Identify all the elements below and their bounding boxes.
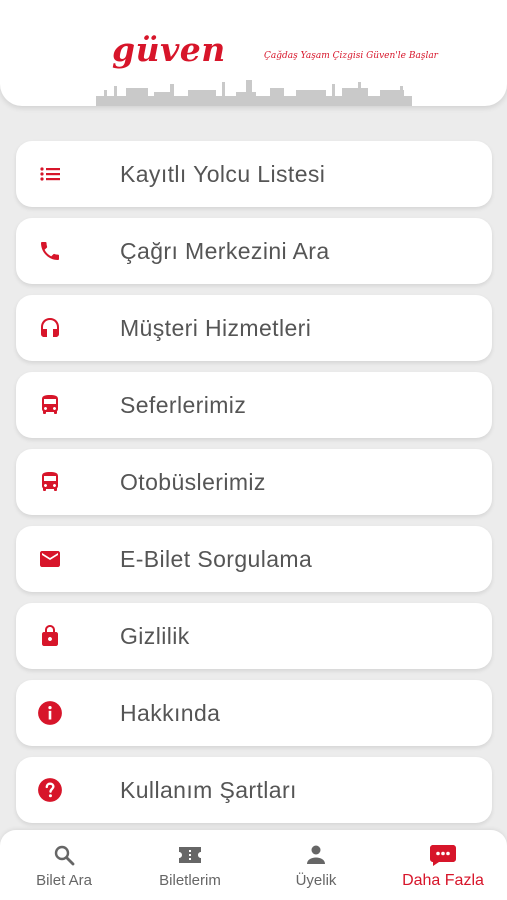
menu-item-musteri-hizmetleri[interactable]: Müşteri Hizmetleri <box>16 295 492 361</box>
menu-item-label: Kullanım Şartları <box>120 776 297 803</box>
menu-item-otobuslerimiz[interactable]: Otobüslerimiz <box>16 449 492 515</box>
menu-item-seferlerimiz[interactable]: Seferlerimiz <box>16 372 492 438</box>
menu-item-kayitli-yolcu-listesi[interactable]: Kayıtlı Yolcu Listesi <box>16 141 492 207</box>
menu-item-gizlilik[interactable]: Gizlilik <box>16 603 492 669</box>
menu-item-kullanim-sartlari[interactable]: Kullanım Şartları <box>16 757 492 823</box>
menu-item-label: Çağrı Merkezini Ara <box>120 237 330 264</box>
mail-icon <box>36 545 64 573</box>
help-icon <box>36 776 64 804</box>
menu-item-label: Hakkında <box>120 699 221 726</box>
person-icon <box>304 842 328 868</box>
menu-item-label: Seferlerimiz <box>120 391 247 418</box>
tab-label: Daha Fazla <box>402 872 484 889</box>
bus-icon <box>36 391 64 419</box>
brand-logo: güven <box>112 30 226 69</box>
menu-item-label: Otobüslerimiz <box>120 468 266 495</box>
tab-label: Üyelik <box>295 872 337 889</box>
menu-item-e-bilet-sorgulama[interactable]: E-Bilet Sorgulama <box>16 526 492 592</box>
bottom-tab-bar: Bilet Ara Biletlerim Üyelik Daha Fazla <box>0 830 507 900</box>
menu-item-hakkinda[interactable]: Hakkında <box>16 680 492 746</box>
menu-item-label: Kayıtlı Yolcu Listesi <box>120 160 326 187</box>
menu-item-cagri-merkezi[interactable]: Çağrı Merkezini Ara <box>16 218 492 284</box>
lock-icon <box>36 622 64 650</box>
brand-slogan: Çağdaş Yaşam Çizgisi Güven'le Başlar <box>264 51 438 61</box>
info-icon <box>36 699 64 727</box>
tab-bilet-ara[interactable]: Bilet Ara <box>1 830 127 900</box>
bus-icon <box>36 468 64 496</box>
skyline-illustration <box>96 80 412 106</box>
menu-item-label: Gizlilik <box>120 622 190 649</box>
tab-biletlerim[interactable]: Biletlerim <box>127 830 253 900</box>
search-icon <box>52 842 76 868</box>
tab-daha-fazla[interactable]: Daha Fazla <box>380 830 506 900</box>
more-chat-icon <box>428 842 458 868</box>
ticket-icon <box>177 842 203 868</box>
tab-label: Bilet Ara <box>36 872 92 889</box>
menu-item-label: E-Bilet Sorgulama <box>120 545 313 572</box>
phone-icon <box>36 237 64 265</box>
tab-label: Biletlerim <box>159 872 221 889</box>
app-header: güven Çağdaş Yaşam Çizgisi Güven'le Başl… <box>0 0 507 106</box>
menu-item-label: Müşteri Hizmetleri <box>120 314 312 341</box>
tab-uyelik[interactable]: Üyelik <box>253 830 379 900</box>
headset-icon <box>36 314 64 342</box>
list-icon <box>36 160 64 188</box>
